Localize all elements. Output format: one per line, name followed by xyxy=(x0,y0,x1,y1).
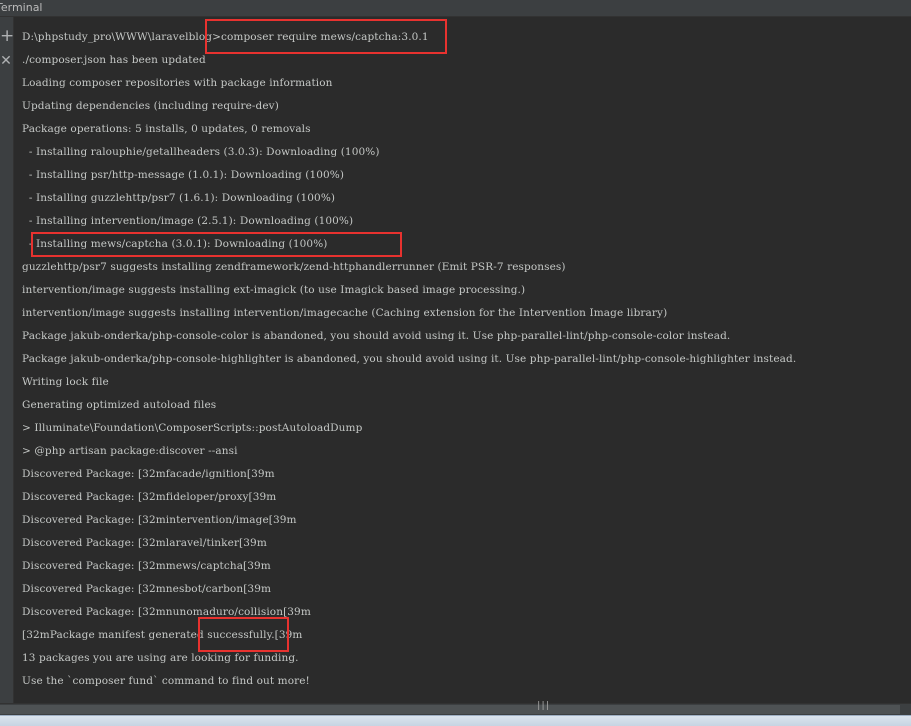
scrollbar-grip-icon: ||| xyxy=(536,701,550,711)
terminal-line: 13 packages you are using are looking fo… xyxy=(22,652,299,664)
terminal-line: Discovered Package: [32mnunomaduro/colli… xyxy=(22,606,311,618)
terminal-line: Discovered Package: [32mmews/captcha[39m xyxy=(22,560,271,572)
terminal-output[interactable]: D:\phpstudy_pro\WWW\laravelblog>composer… xyxy=(14,17,911,703)
status-bar xyxy=(0,715,911,726)
terminal-line: Writing lock file xyxy=(22,376,109,388)
terminal-line: intervention/image suggests installing e… xyxy=(22,284,526,296)
terminal-line: Discovered Package: [32mlaravel/tinker[3… xyxy=(22,537,267,549)
terminal-line: guzzlehttp/psr7 suggests installing zend… xyxy=(22,261,566,273)
terminal-line-captcha-install: - Installing mews/captcha (3.0.1): Downl… xyxy=(22,238,328,250)
terminal-line-command: D:\phpstudy_pro\WWW\laravelblog>composer… xyxy=(22,31,429,43)
terminal-line: Use the `composer fund` command to find … xyxy=(22,675,310,687)
terminal-line: Package operations: 5 installs, 0 update… xyxy=(22,123,311,135)
horizontal-scrollbar[interactable]: ||| xyxy=(0,701,911,715)
terminal-line: - Installing psr/http-message (1.0.1): D… xyxy=(22,169,345,181)
terminal-line: Package jakub-onderka/php-console-highli… xyxy=(22,353,797,365)
terminal-line: - Installing intervention/image (2.5.1):… xyxy=(22,215,354,227)
close-session-button[interactable]: ✕ xyxy=(0,53,12,69)
terminal-line: ./composer.json has been updated xyxy=(22,54,206,66)
terminal-line: Updating dependencies (including require… xyxy=(22,100,279,112)
scrollbar-thumb[interactable] xyxy=(0,705,900,714)
terminal-line: > @php artisan package:discover --ansi xyxy=(22,445,238,457)
terminal-line: Loading composer repositories with packa… xyxy=(22,77,333,89)
terminal-line: Discovered Package: [32mfideloper/proxy[… xyxy=(22,491,277,503)
terminal-line: intervention/image suggests installing i… xyxy=(22,307,668,319)
terminal-line: Generating optimized autoload files xyxy=(22,399,217,411)
new-session-button[interactable]: + xyxy=(0,28,14,45)
terminal-line: Package jakub-onderka/php-console-color … xyxy=(22,330,731,342)
terminal-window: Terminal + ✕ D:\phpstudy_pro\WWW\laravel… xyxy=(0,0,911,726)
terminal-line: - Installing ralouphie/getallheaders (3.… xyxy=(22,146,380,158)
terminal-line-success: [32mPackage manifest generated successfu… xyxy=(22,629,303,641)
terminal-line: > Illuminate\Foundation\ComposerScripts:… xyxy=(22,422,363,434)
terminal-line: Discovered Package: [32mintervention/ima… xyxy=(22,514,297,526)
terminal-line: - Installing guzzlehttp/psr7 (1.6.1): Do… xyxy=(22,192,336,204)
terminal-line: Discovered Package: [32mfacade/ignition[… xyxy=(22,468,275,480)
terminal-title: Terminal xyxy=(0,1,43,14)
terminal-title-bar: Terminal xyxy=(0,0,911,17)
terminal-line: Discovered Package: [32mnesbot/carbon[39… xyxy=(22,583,272,595)
terminal-side-toolbar: + ✕ xyxy=(0,17,14,703)
